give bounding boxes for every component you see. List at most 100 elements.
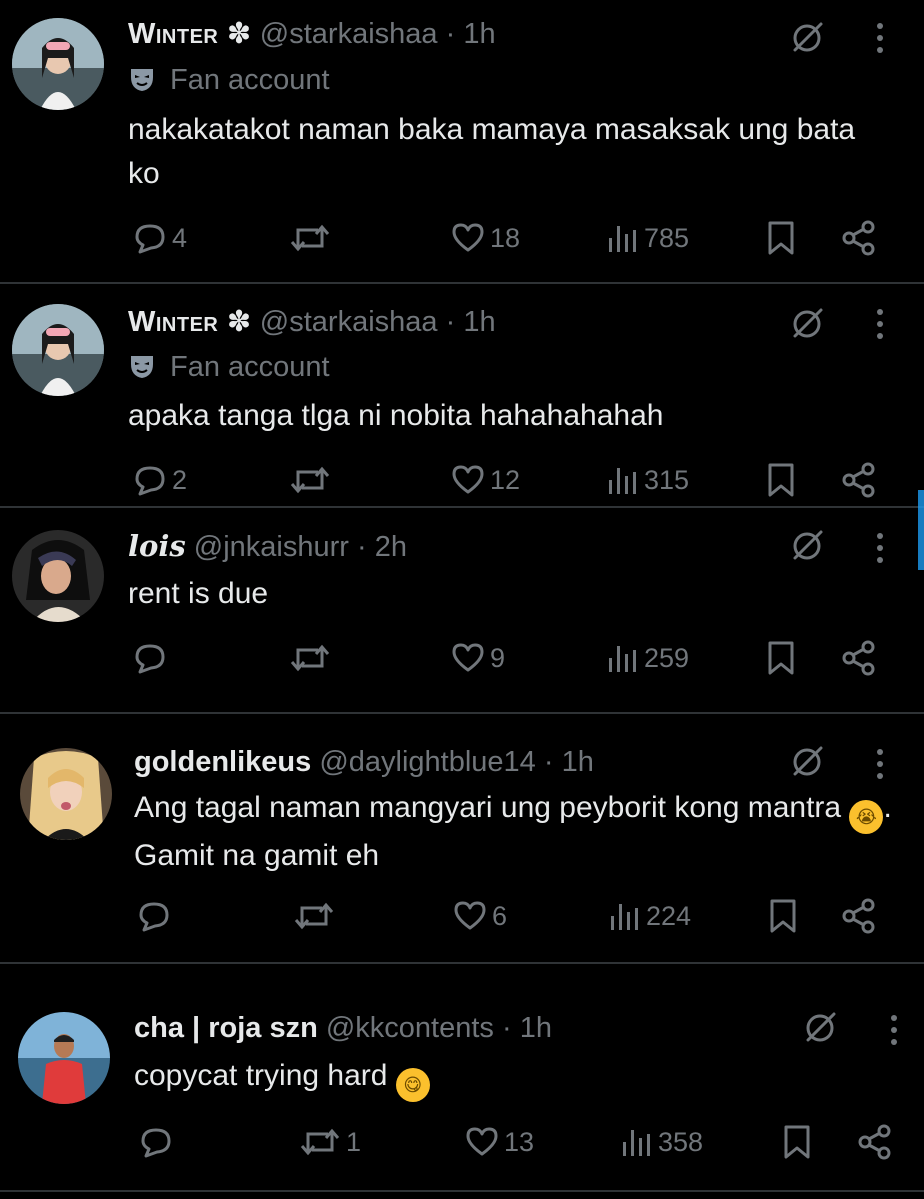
avatar[interactable] [20,748,112,840]
grok-icon[interactable] [787,742,827,787]
like-icon [452,223,484,252]
scrollbar-thumb[interactable] [918,490,924,570]
like-icon [454,901,486,930]
reply-button[interactable] [136,896,176,936]
views-button[interactable]: 224 [606,896,691,936]
reply-icon [141,1128,171,1158]
share-button[interactable] [840,638,878,678]
post-text-part: Ang tagal naman mangyari ung peyborit ko… [134,791,850,824]
repost-button[interactable] [288,460,336,500]
repost-icon [290,466,330,494]
like-count: 12 [490,464,521,495]
bookmark-button[interactable] [764,460,798,500]
bookmark-button[interactable] [764,638,798,678]
reply-button[interactable] [138,1122,178,1162]
account-label: Fan account [128,62,330,98]
more-icon[interactable] [870,306,890,347]
post-timestamp[interactable]: 2h [375,531,407,563]
views-icon [623,1130,650,1156]
separator-dot: · [356,531,367,563]
more-icon[interactable] [870,746,890,787]
post-timestamp[interactable]: 1h [463,18,495,50]
like-button[interactable]: 13 [464,1122,534,1162]
like-button[interactable]: 6 [452,896,507,936]
face-savoring-food-emoji: 😋 [395,1068,430,1102]
post[interactable]: Winter ✽ @starkaishaa · 1h Fan account a… [0,284,924,506]
action-bar: 6 224 [0,896,924,936]
action-bar: 1 13 358 [0,1122,924,1162]
separator-dot: · [543,746,554,778]
user-handle[interactable]: @jnkaishurr [194,531,349,563]
share-button[interactable] [856,1122,894,1162]
avatar[interactable] [12,304,104,396]
action-bar: 4 18 785 [0,218,924,258]
reply-icon [135,644,165,674]
user-handle[interactable]: @starkaishaa [260,18,438,50]
display-name[interactable]: Winter ✽ [128,18,252,50]
reply-button[interactable]: 2 [132,460,187,500]
reply-button[interactable] [132,638,172,678]
view-count: 785 [644,222,690,253]
bookmark-button[interactable] [764,218,798,258]
post[interactable]: lois @jnkaishurr · 2h rent is due 9 259 [0,508,924,712]
like-icon [452,643,484,672]
post-timestamp[interactable]: 1h [463,306,495,338]
user-handle[interactable]: @daylightblue14 [319,746,535,778]
views-icon [609,646,636,672]
post-timestamp[interactable]: 1h [562,746,594,778]
share-icon [842,898,875,934]
more-icon[interactable] [870,20,890,61]
grok-icon[interactable] [800,1008,840,1053]
timeline-feed: Winter ✽ @starkaishaa · 1h Fan account n… [0,0,924,1199]
grok-icon[interactable] [787,18,827,63]
repost-button[interactable] [292,896,340,936]
bookmark-button[interactable] [780,1122,814,1162]
reply-count: 2 [172,464,188,495]
loudly-crying-face-emoji: 😭 [849,800,884,834]
post-text: copycat trying hard 😋 [134,1054,894,1102]
display-name[interactable]: lois [128,529,186,563]
more-icon[interactable] [884,1012,904,1053]
repost-button[interactable] [288,638,336,678]
post-timestamp[interactable]: 1h [520,1012,552,1044]
divider [0,712,924,714]
like-icon [452,465,484,494]
grok-icon[interactable] [787,304,827,349]
display-name[interactable]: Winter ✽ [128,306,252,338]
account-label: Fan account [128,349,330,385]
post[interactable]: Winter ✽ @starkaishaa · 1h Fan account n… [0,0,924,282]
more-icon[interactable] [870,530,890,571]
post-text: apaka tanga tlga ni nobita hahahahahah [128,399,664,432]
avatar[interactable] [12,530,104,622]
user-handle[interactable]: @kkcontents [326,1012,494,1044]
post-text: nakakatakot naman baka mamaya masaksak u… [128,113,856,190]
view-count: 259 [644,642,690,673]
views-button[interactable]: 315 [604,460,689,500]
display-name[interactable]: goldenlikeus [134,746,311,778]
display-name[interactable]: cha | roja szn [134,1012,318,1044]
share-button[interactable] [840,460,878,500]
avatar[interactable] [12,18,104,110]
divider [0,962,924,964]
post[interactable]: goldenlikeus @daylightblue14 · 1h Ang ta… [0,724,924,964]
view-count: 358 [658,1126,704,1157]
user-handle[interactable]: @starkaishaa [260,306,438,338]
views-button[interactable]: 259 [604,638,689,678]
reply-button[interactable]: 4 [132,218,187,258]
avatar[interactable] [18,1012,110,1104]
like-button[interactable]: 9 [450,638,505,678]
reply-icon [135,466,165,496]
share-icon [842,462,875,498]
post-text: rent is due [128,577,269,610]
like-button[interactable]: 12 [450,460,520,500]
repost-button[interactable] [288,218,336,258]
share-button[interactable] [840,896,878,936]
grok-icon[interactable] [787,526,827,571]
views-button[interactable]: 358 [618,1122,703,1162]
repost-button[interactable]: 1 [298,1122,361,1162]
views-button[interactable]: 785 [604,218,689,258]
share-button[interactable] [840,218,878,258]
bookmark-button[interactable] [766,896,800,936]
like-button[interactable]: 18 [450,218,520,258]
post[interactable]: cha | roja szn @kkcontents · 1h copycat … [0,990,924,1190]
